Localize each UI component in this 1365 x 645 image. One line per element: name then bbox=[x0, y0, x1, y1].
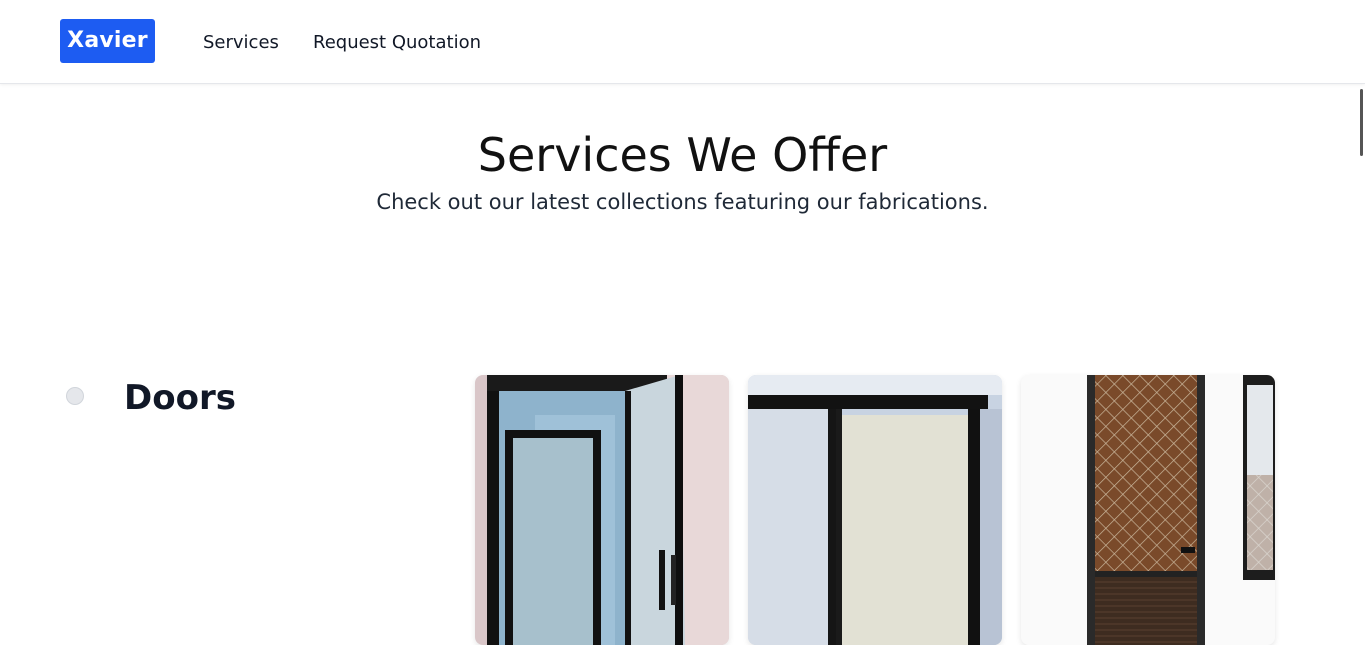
door-photo-card-2[interactable] bbox=[748, 375, 1002, 645]
door-photo-2-image bbox=[748, 375, 1002, 645]
section-title-doors: Doors bbox=[124, 378, 236, 418]
nav-request-quotation-link[interactable]: Request Quotation bbox=[313, 31, 481, 55]
door-photo-3-image bbox=[1021, 375, 1275, 645]
brand-logo-button[interactable]: Xavier bbox=[60, 19, 155, 63]
section-bullet-icon bbox=[66, 387, 84, 405]
nav-services-link[interactable]: Services bbox=[203, 31, 279, 55]
door-photo-card-1[interactable] bbox=[475, 375, 729, 645]
door-photo-1-image bbox=[475, 375, 729, 645]
top-navbar: Xavier Services Request Quotation bbox=[0, 0, 1365, 84]
door-photo-card-3[interactable] bbox=[1021, 375, 1275, 645]
page-subtitle: Check out our latest collections featuri… bbox=[376, 190, 989, 214]
page-title: Services We Offer bbox=[477, 128, 888, 182]
